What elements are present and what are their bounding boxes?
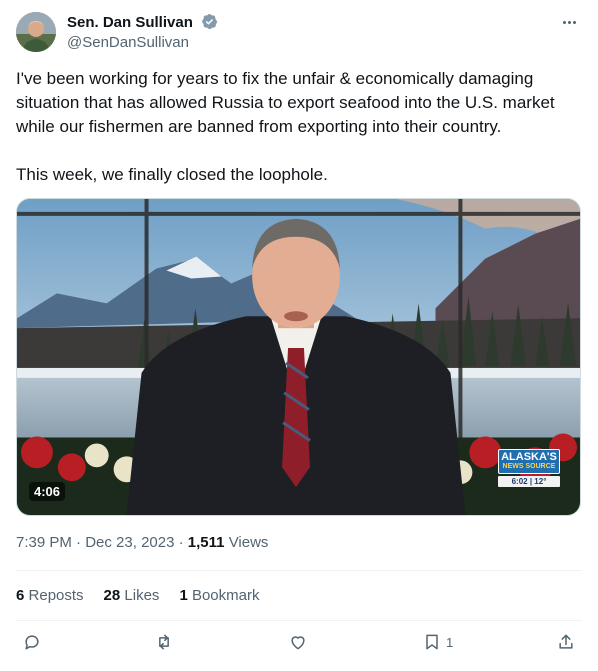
- bookmarks-stat[interactable]: 1 Bookmark: [179, 587, 259, 604]
- engagement-stats: 6 Reposts 28 Likes 1 Bookmark: [16, 587, 259, 604]
- author-handle[interactable]: @SenDanSullivan: [67, 34, 189, 51]
- share-icon: [559, 634, 573, 649]
- divider: [16, 570, 582, 571]
- tweet-paragraph: This week, we finally closed the loophol…: [16, 165, 328, 184]
- station-logo-line1: ALASKA'S: [501, 451, 557, 463]
- like-button[interactable]: [288, 632, 308, 652]
- station-time-temp: 6:02 | 12°: [498, 476, 560, 487]
- tweet-meta: 7:39 PM · Dec 23, 2023 · 1,511 Views: [16, 534, 268, 551]
- avatar[interactable]: [16, 12, 56, 52]
- video-thumbnail: [17, 199, 580, 515]
- reposts-stat[interactable]: 6 Reposts: [16, 587, 84, 604]
- repost-button[interactable]: [154, 632, 174, 652]
- likes-count: 28: [103, 587, 121, 604]
- meta-separator: ·: [76, 534, 86, 551]
- avatar-image: [16, 12, 56, 52]
- more-dot-icon: [567, 20, 571, 24]
- divider: [16, 620, 582, 621]
- author-name-text: Sen. Dan Sullivan: [67, 14, 193, 31]
- station-logo: ALASKA'S NEWS SOURCE 6:02 | 12°: [498, 449, 560, 487]
- tweet-time[interactable]: 7:39 PM: [16, 534, 72, 551]
- tweet-paragraph: I've been working for years to fix the u…: [16, 69, 555, 136]
- station-temp: 12°: [534, 477, 547, 486]
- more-dot-icon: [572, 20, 576, 24]
- like-icon: [291, 636, 305, 650]
- station-time: 6:02: [511, 477, 528, 486]
- views-count: 1,511: [187, 534, 225, 551]
- station-logo-box: ALASKA'S NEWS SOURCE: [498, 449, 560, 474]
- reply-button[interactable]: [22, 632, 42, 652]
- bookmarks-label: Bookmark: [191, 587, 260, 604]
- reply-icon: [25, 635, 39, 650]
- likes-stat[interactable]: 28 Likes: [104, 587, 160, 604]
- verified-badge-icon: [202, 14, 218, 30]
- author-name[interactable]: Sen. Dan Sullivan: [67, 13, 218, 31]
- bookmarks-count: 1: [179, 587, 188, 604]
- reposts-label: Reposts: [28, 587, 84, 604]
- more-options-button[interactable]: [558, 14, 580, 30]
- video-duration: 4:06: [29, 482, 66, 501]
- tweet-date[interactable]: Dec 23, 2023: [85, 534, 174, 551]
- bookmark-icon: [426, 634, 438, 650]
- share-button[interactable]: [556, 632, 576, 652]
- meta-separator: ·: [178, 534, 188, 551]
- reposts-count: 6: [16, 587, 25, 604]
- action-bar: 1: [0, 632, 598, 660]
- station-logo-line2: NEWS SOURCE: [502, 463, 556, 470]
- likes-label: Likes: [124, 587, 160, 604]
- views-label: Views: [228, 534, 269, 551]
- bookmark-action-count: 1: [446, 634, 454, 650]
- tweet-text: I've been working for years to fix the u…: [16, 67, 582, 187]
- repost-icon: [159, 634, 169, 650]
- video-player[interactable]: ALASKA'S NEWS SOURCE 6:02 | 12° 4:06: [16, 198, 581, 516]
- bookmark-button[interactable]: 1: [422, 632, 453, 652]
- more-dot-icon: [562, 20, 566, 24]
